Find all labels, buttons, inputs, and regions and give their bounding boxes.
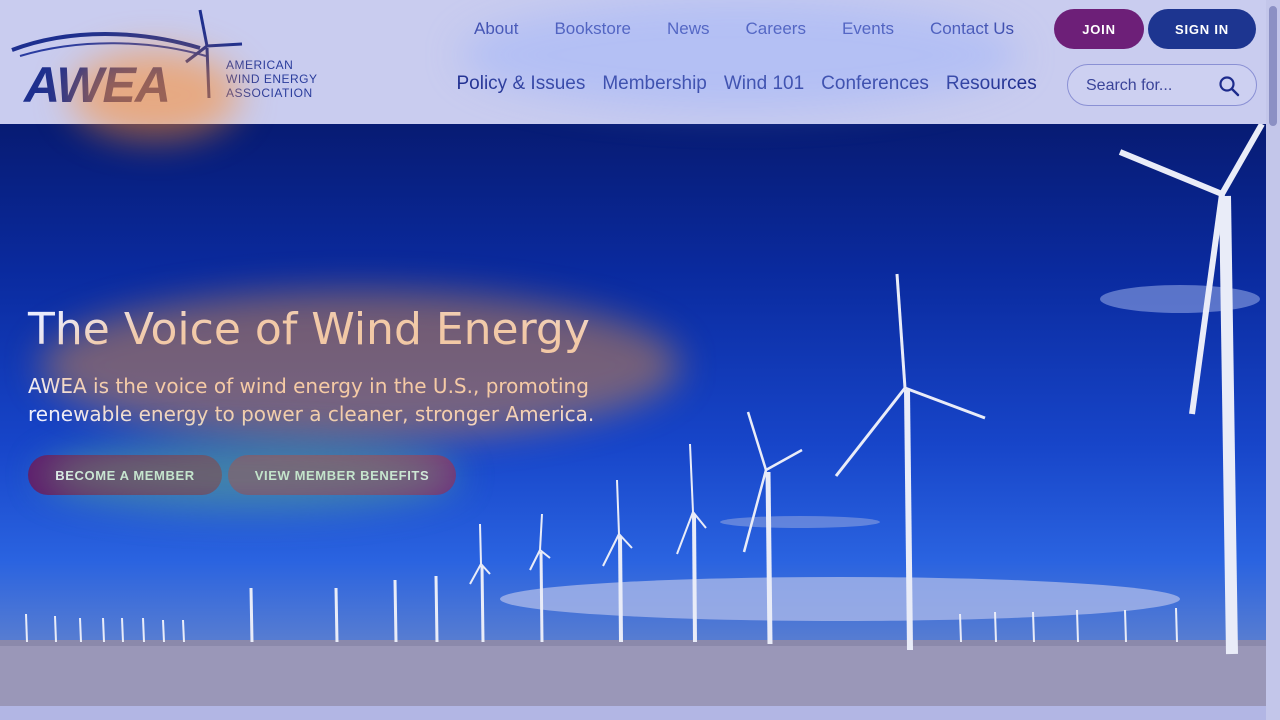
view-member-benefits-button[interactable]: VIEW MEMBER BENEFITS [228,455,456,495]
vertical-scrollbar[interactable] [1266,0,1280,720]
utility-nav: About Bookstore News Careers Events Cont… [456,18,1032,40]
nav-wind-101[interactable]: Wind 101 [715,72,812,96]
nav-about[interactable]: About [456,18,536,40]
nav-events[interactable]: Events [824,18,912,40]
nav-policy-issues[interactable]: Policy & Issues [448,72,594,96]
logo-line-3: ASSOCIATION [226,86,313,100]
hero-subtitle: AWEA is the voice of wind energy in the … [28,374,595,426]
nav-resources[interactable]: Resources [937,72,1045,96]
nav-membership[interactable]: Membership [594,72,716,96]
hero-title: The Voice of Wind Energy [28,304,590,355]
nav-news[interactable]: News [649,18,728,40]
nav-contact-us[interactable]: Contact Us [912,18,1032,40]
become-member-button[interactable]: BECOME A MEMBER [28,455,222,495]
search-input[interactable] [1086,75,1216,97]
main-nav: Policy & Issues Membership Wind 101 Conf… [448,72,1045,96]
logo-line-1: AMERICAN [226,58,294,72]
scrollbar-thumb[interactable] [1269,6,1277,126]
logo-line-2: WIND ENERGY [226,72,318,86]
site-header: AWEA AMERICAN WIND ENERGY ASSOCIATION Ab… [0,0,1266,124]
page-bottom-strip [0,706,1266,720]
logo-subtitle: AMERICAN WIND ENERGY ASSOCIATION [226,58,318,100]
search-icon[interactable] [1218,75,1240,97]
sign-in-button[interactable]: SIGN IN [1148,9,1256,49]
hero-banner: The Voice of Wind Energy AWEA is the voi… [0,124,1266,706]
nav-bookstore[interactable]: Bookstore [536,18,649,40]
logo-wordmark: AWEA [24,57,171,113]
nav-conferences[interactable]: Conferences [813,72,938,96]
search-box [1067,64,1257,106]
nav-careers[interactable]: Careers [728,18,824,40]
join-button[interactable]: JOIN [1054,9,1144,49]
awea-logo[interactable]: AWEA AMERICAN WIND ENERGY ASSOCIATION [10,8,320,113]
